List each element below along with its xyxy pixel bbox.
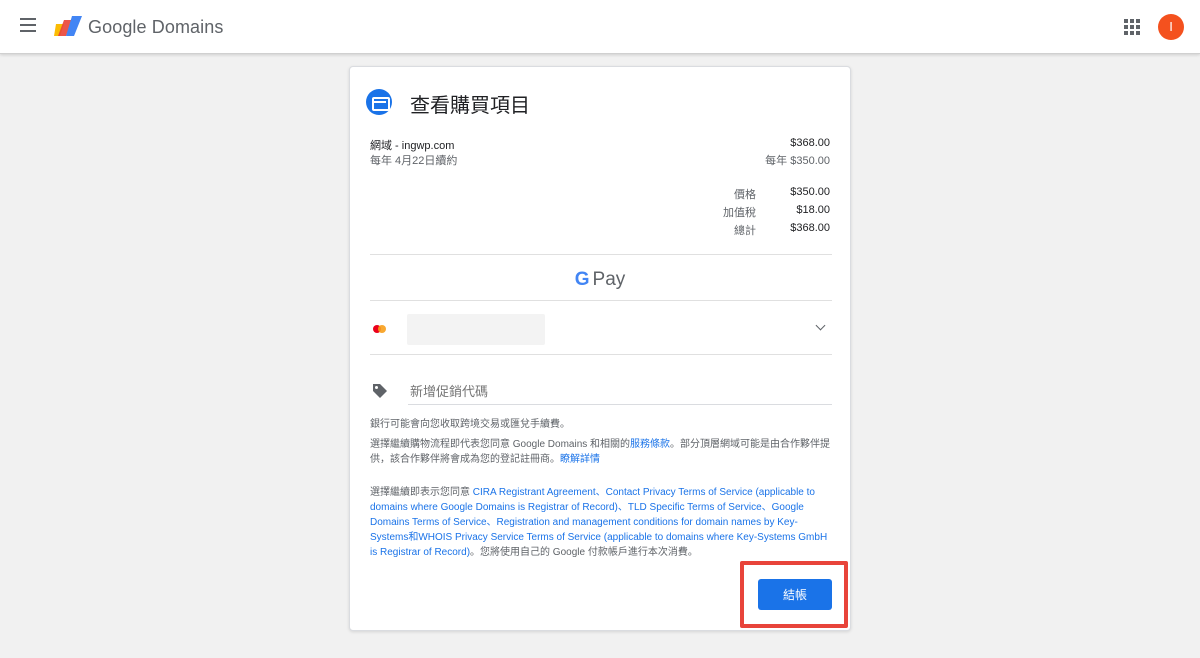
checkout-button[interactable]: 結帳 <box>758 579 832 610</box>
item-price: $368.00 <box>790 137 830 149</box>
avatar[interactable]: I <box>1158 14 1184 40</box>
summary-label: 價格 <box>734 189 756 201</box>
promo-code-input[interactable] <box>408 379 832 405</box>
mastercard-icon <box>372 323 390 335</box>
item-name: 網域 - ingwp.com <box>370 140 455 152</box>
summary-value: $368.00 <box>790 222 830 234</box>
agreement-text: 選擇繼續購物流程即代表您同意 Google Domains 和相關的 <box>370 439 631 450</box>
top-app-bar: Google Domains I <box>0 0 1200 54</box>
tag-icon <box>373 384 387 398</box>
summary-label: 總計 <box>734 225 756 237</box>
legal-note: 選擇繼續即表示您同意 CIRA Registrant Agreement、Con… <box>370 485 836 560</box>
bank-fee-note: 銀行可能會向您收取跨境交易或匯兌手續費。 <box>370 419 570 430</box>
credit-card-icon <box>366 89 392 115</box>
divider <box>370 254 832 255</box>
summary-value: $18.00 <box>796 204 830 216</box>
summary-label: 加值稅 <box>723 207 756 219</box>
legal-text: 選擇繼續即表示您同意 <box>370 487 473 498</box>
legal-text: 。您將使用自己的 Google 付款帳戶進行本次消費。 <box>470 547 698 558</box>
summary-value: $350.00 <box>790 186 830 198</box>
payment-method-selector[interactable] <box>407 314 545 345</box>
review-purchase-card: 查看購買項目 網域 - ingwp.com 每年 4月22日續約 $368.00… <box>349 66 851 631</box>
item-renewal-price: 每年 $350.00 <box>765 155 830 167</box>
terms-link[interactable]: 服務條款 <box>630 439 670 450</box>
google-pay-logo: G Pay <box>350 269 850 291</box>
divider <box>370 300 832 301</box>
divider <box>370 354 832 355</box>
chevron-down-icon[interactable] <box>816 323 826 333</box>
learn-more-link[interactable]: 瞭解詳情 <box>560 454 600 465</box>
gpay-label: Pay <box>592 269 626 290</box>
page-title: 查看購買項目 <box>410 95 530 117</box>
apps-grid-icon[interactable] <box>1124 19 1140 35</box>
menu-icon[interactable] <box>20 18 40 36</box>
google-domains-logo-icon <box>54 16 82 36</box>
brand-name[interactable]: Google Domains <box>88 17 223 38</box>
item-renewal: 每年 4月22日續約 <box>370 155 458 167</box>
agreement-note: 選擇繼續購物流程即代表您同意 Google Domains 和相關的服務條款。部… <box>370 437 836 467</box>
google-g-icon: G <box>574 269 590 290</box>
